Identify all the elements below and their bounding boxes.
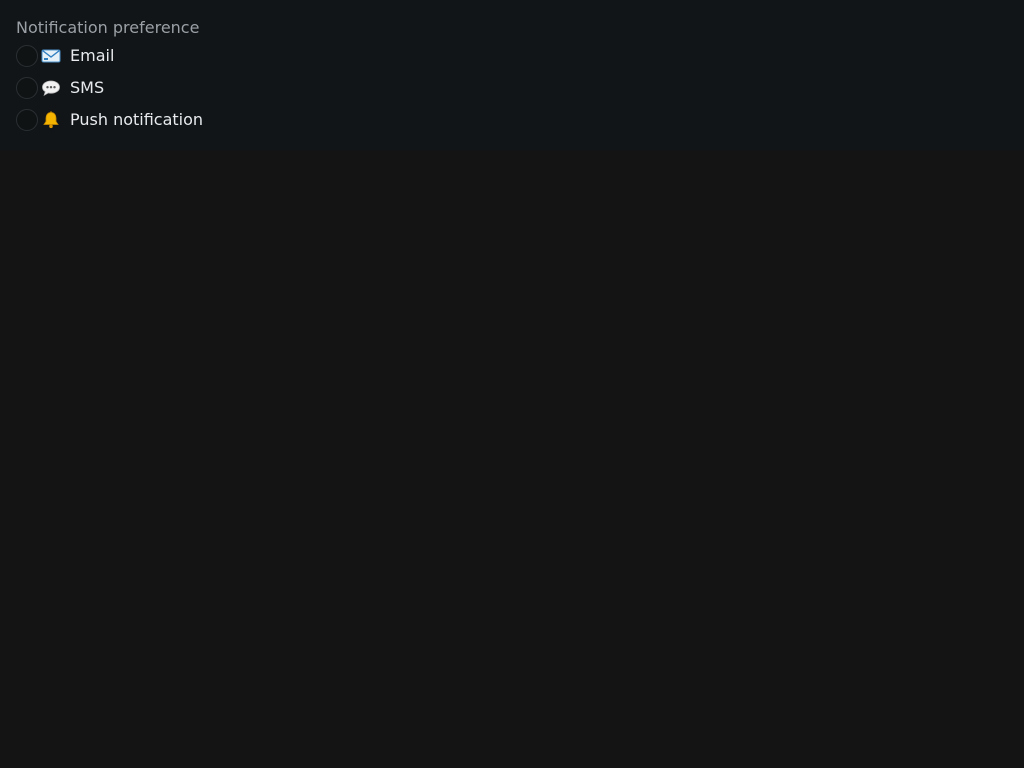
option-sms[interactable]: SMS bbox=[16, 75, 104, 101]
notification-preference-group: Notification preference Email SMS Push n… bbox=[0, 0, 1024, 150]
option-label: Push notification bbox=[70, 110, 204, 129]
bell-icon bbox=[41, 110, 61, 130]
option-push-notification[interactable]: Push notification bbox=[16, 107, 203, 133]
envelope-icon bbox=[41, 46, 61, 66]
push-notification-radio[interactable] bbox=[16, 109, 38, 131]
option-email[interactable]: Email bbox=[16, 43, 114, 69]
group-label: Notification preference bbox=[16, 18, 200, 37]
speech-bubble-icon bbox=[41, 78, 61, 98]
option-label: SMS bbox=[70, 78, 105, 97]
email-radio[interactable] bbox=[16, 45, 38, 67]
option-label: Email bbox=[70, 46, 115, 65]
sms-radio[interactable] bbox=[16, 77, 38, 99]
